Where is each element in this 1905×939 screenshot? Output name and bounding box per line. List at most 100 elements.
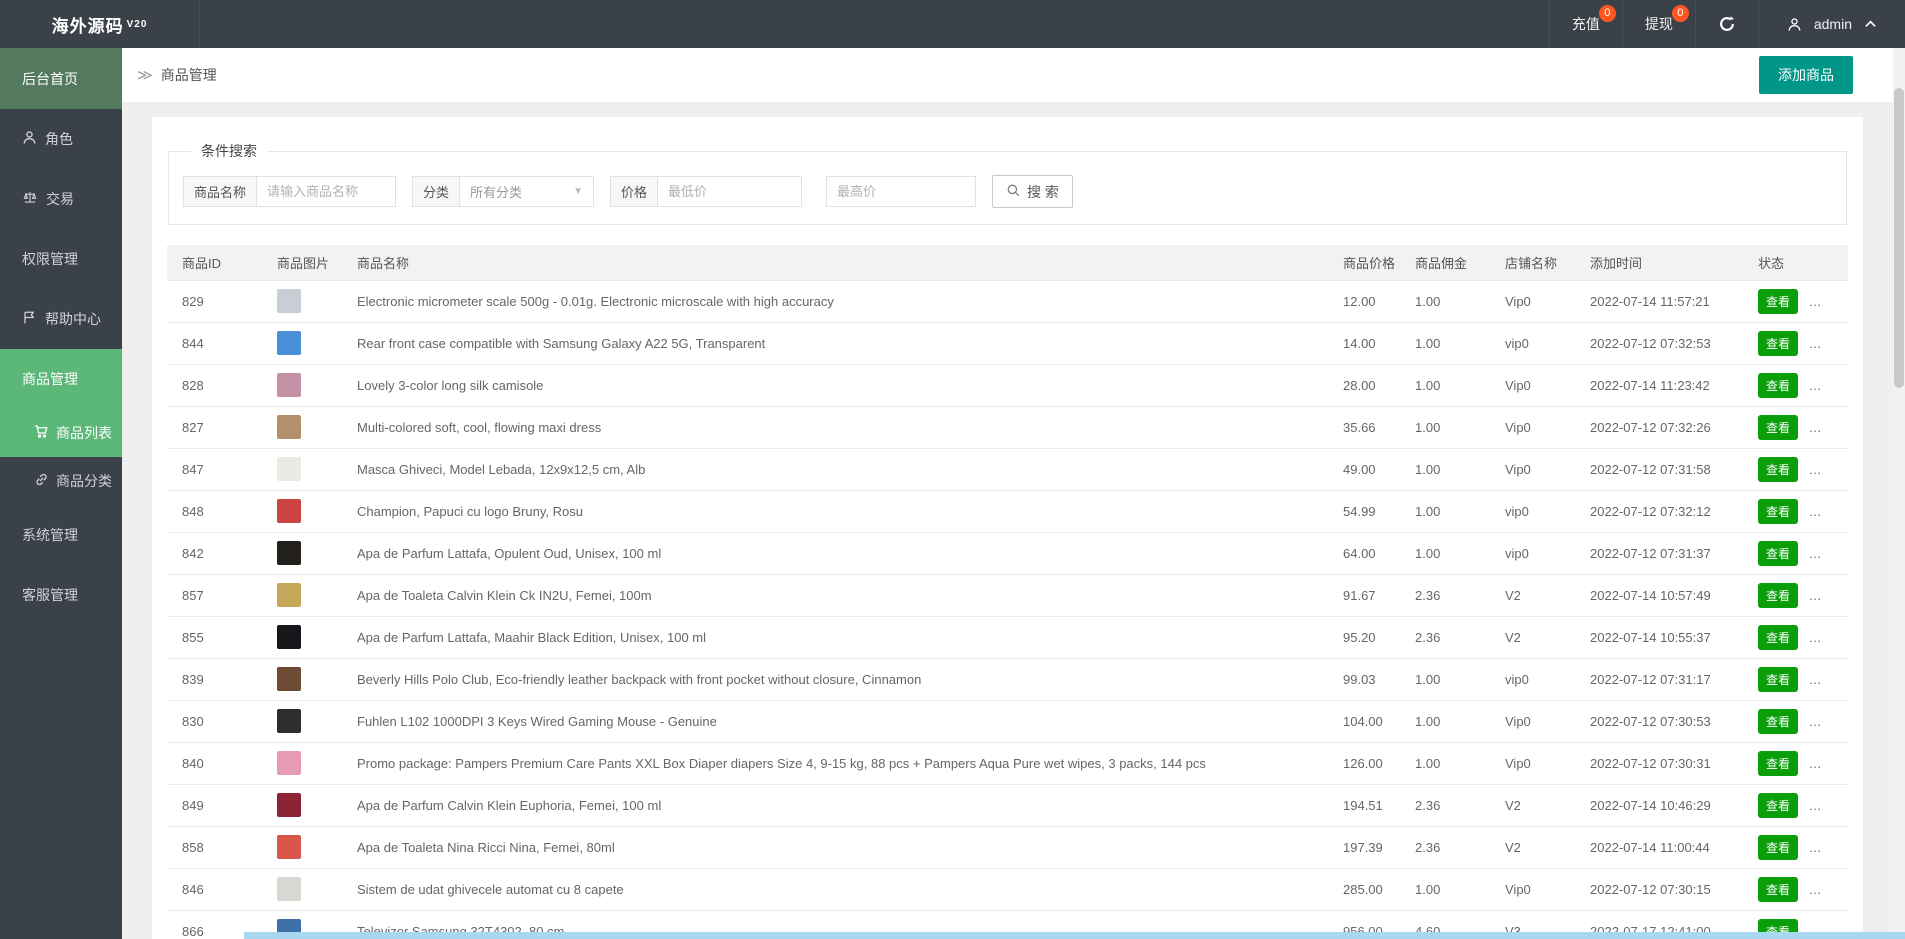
product-name-input[interactable] — [256, 176, 396, 207]
refresh-button[interactable] — [1695, 0, 1758, 48]
sidebar-item-home[interactable]: 后台首页 — [0, 48, 122, 109]
product-id: 844 — [167, 322, 262, 364]
add-product-button[interactable]: 添加商品 — [1759, 56, 1853, 94]
product-thumbnail — [277, 499, 301, 523]
view-button[interactable]: 查看 — [1758, 709, 1798, 734]
product-price: 14.00 — [1328, 322, 1400, 364]
delete-button[interactable]: 删除 — [1809, 415, 1848, 440]
view-button[interactable]: 查看 — [1758, 331, 1798, 356]
vertical-scrollbar-thumb[interactable] — [1894, 88, 1904, 388]
product-commission: 1.00 — [1400, 742, 1490, 784]
delete-button[interactable]: 删除 — [1809, 583, 1848, 608]
view-button[interactable]: 查看 — [1758, 415, 1798, 440]
shop-name: Vip0 — [1490, 280, 1575, 322]
status-cell: 查看 删除 — [1743, 532, 1848, 574]
category-label: 分类 — [412, 176, 459, 207]
col-header-image: 商品图片 — [262, 245, 342, 280]
view-button[interactable]: 查看 — [1758, 457, 1798, 482]
col-header-name: 商品名称 — [342, 245, 1328, 280]
product-name: Masca Ghiveci, Model Lebada, 12x9x12,5 c… — [342, 448, 1328, 490]
view-button[interactable]: 查看 — [1758, 835, 1798, 860]
product-id: 846 — [167, 868, 262, 910]
product-price: 126.00 — [1328, 742, 1400, 784]
view-button[interactable]: 查看 — [1758, 877, 1798, 902]
search-button[interactable]: 搜 索 — [992, 175, 1073, 208]
sidebar-item-help[interactable]: 帮助中心 — [0, 289, 122, 349]
shop-name: vip0 — [1490, 532, 1575, 574]
delete-button[interactable]: 删除 — [1809, 835, 1848, 860]
shop-name: Vip0 — [1490, 448, 1575, 490]
table-row: 858 Apa de Toaleta Nina Ricci Nina, Feme… — [167, 826, 1848, 868]
recharge-label: 充值 — [1572, 14, 1600, 34]
delete-button[interactable]: 删除 — [1809, 457, 1848, 482]
admin-app: 海外源码 V20 充值 0 提现 0 — [0, 0, 1905, 939]
product-commission: 1.00 — [1400, 658, 1490, 700]
view-button[interactable]: 查看 — [1758, 541, 1798, 566]
username: admin — [1814, 16, 1852, 32]
delete-button[interactable]: 删除 — [1809, 373, 1848, 398]
product-price: 194.51 — [1328, 784, 1400, 826]
view-button[interactable]: 查看 — [1758, 625, 1798, 650]
view-button[interactable]: 查看 — [1758, 793, 1798, 818]
view-button[interactable]: 查看 — [1758, 667, 1798, 692]
delete-button[interactable]: 删除 — [1809, 667, 1848, 692]
product-price: 64.00 — [1328, 532, 1400, 574]
sidebar-item-product-categories[interactable]: 商品分类 — [0, 457, 122, 505]
col-header-status: 状态 — [1743, 245, 1848, 280]
status-cell: 查看 删除 — [1743, 784, 1848, 826]
view-button[interactable]: 查看 — [1758, 583, 1798, 608]
product-image-cell — [262, 364, 342, 406]
sidebar-item-permissions[interactable]: 权限管理 — [0, 229, 122, 289]
min-price-input[interactable] — [657, 176, 802, 207]
sidebar-item-label: 角色 — [45, 129, 73, 149]
vertical-scrollbar[interactable] — [1893, 48, 1905, 939]
product-id: 829 — [167, 280, 262, 322]
delete-button[interactable]: 删除 — [1809, 793, 1848, 818]
sidebar-item-product-list[interactable]: 商品列表 — [0, 409, 122, 457]
withdraw-button[interactable]: 提现 0 — [1622, 0, 1695, 48]
product-image-cell — [262, 280, 342, 322]
product-commission: 1.00 — [1400, 364, 1490, 406]
category-select[interactable]: 所有分类 ▼ — [459, 176, 594, 207]
product-commission: 2.36 — [1400, 784, 1490, 826]
delete-button[interactable]: 删除 — [1809, 289, 1848, 314]
sidebar-item-roles[interactable]: 角色 — [0, 109, 122, 169]
shop-name: V2 — [1490, 574, 1575, 616]
product-name: Sistem de udat ghivecele automat cu 8 ca… — [342, 868, 1328, 910]
view-button[interactable]: 查看 — [1758, 751, 1798, 776]
withdraw-badge: 0 — [1672, 5, 1689, 22]
recharge-button[interactable]: 充值 0 — [1549, 0, 1622, 48]
delete-button[interactable]: 删除 — [1809, 709, 1848, 734]
product-thumbnail — [277, 541, 301, 565]
delete-button[interactable]: 删除 — [1809, 877, 1848, 902]
delete-button[interactable]: 删除 — [1809, 499, 1848, 524]
horizontal-scrollbar[interactable] — [244, 932, 1905, 939]
user-menu[interactable]: admin — [1758, 0, 1905, 48]
shop-name: Vip0 — [1490, 406, 1575, 448]
max-price-input[interactable] — [826, 176, 976, 207]
product-name: Beverly Hills Polo Club, Eco-friendly le… — [342, 658, 1328, 700]
sidebar-item-system[interactable]: 系统管理 — [0, 505, 122, 565]
main-area: ≫ 商品管理 添加商品 条件搜索 商品名称 分类 所 — [122, 48, 1893, 939]
product-name: Apa de Parfum Lattafa, Opulent Oud, Unis… — [342, 532, 1328, 574]
delete-button[interactable]: 删除 — [1809, 751, 1848, 776]
product-image-cell — [262, 742, 342, 784]
sidebar-item-support[interactable]: 客服管理 — [0, 565, 122, 625]
shop-name: V2 — [1490, 616, 1575, 658]
shop-name: V2 — [1490, 784, 1575, 826]
view-button[interactable]: 查看 — [1758, 373, 1798, 398]
product-thumbnail — [277, 667, 301, 691]
delete-button[interactable]: 删除 — [1809, 541, 1848, 566]
product-id: 849 — [167, 784, 262, 826]
sidebar-item-trade[interactable]: 交易 — [0, 169, 122, 229]
delete-button[interactable]: 删除 — [1809, 331, 1848, 356]
product-commission: 2.36 — [1400, 826, 1490, 868]
sidebar-item-products[interactable]: 商品管理 — [0, 349, 122, 409]
product-name-label: 商品名称 — [183, 176, 256, 207]
product-price: 104.00 — [1328, 700, 1400, 742]
table-row: 829 Electronic micrometer scale 500g - 0… — [167, 280, 1848, 322]
view-button[interactable]: 查看 — [1758, 499, 1798, 524]
view-button[interactable]: 查看 — [1758, 289, 1798, 314]
delete-button[interactable]: 删除 — [1809, 625, 1848, 650]
product-image-cell — [262, 448, 342, 490]
